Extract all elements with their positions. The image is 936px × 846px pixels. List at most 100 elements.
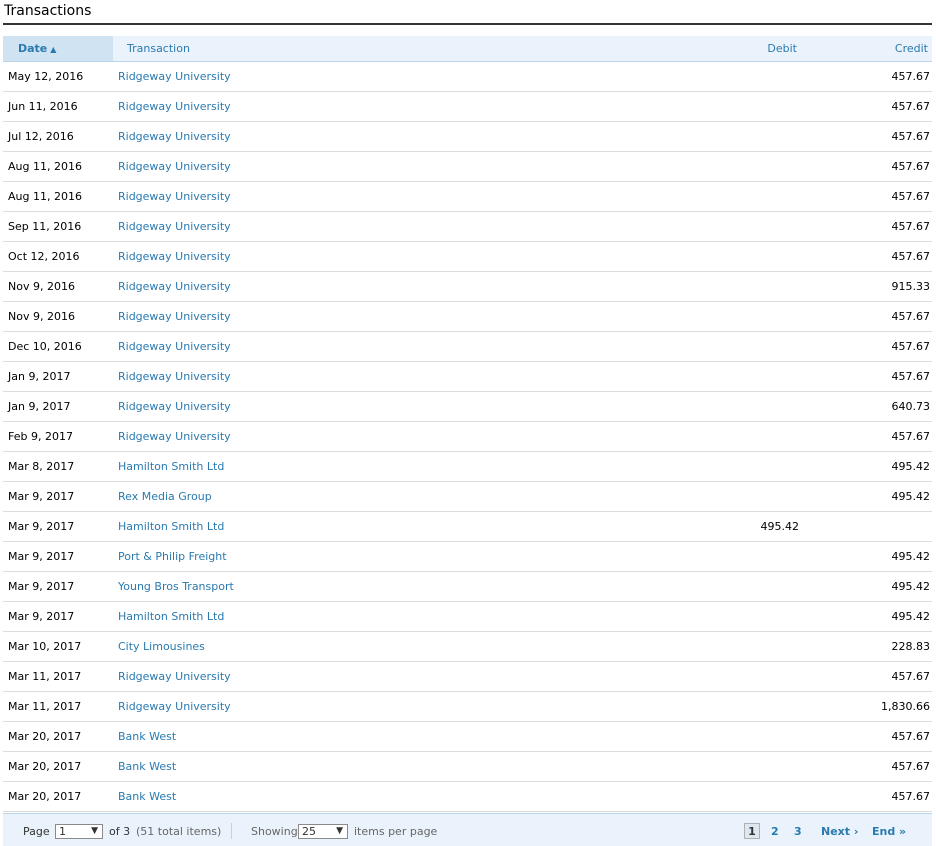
cell-transaction-link[interactable]: Hamilton Smith Ltd bbox=[113, 601, 713, 632]
cell-transaction-link[interactable]: Bank West bbox=[113, 751, 713, 782]
cell-transaction-link[interactable]: Ridgeway University bbox=[113, 301, 713, 332]
table-body: May 12, 2016 Ridgeway University 457.67 Jun… bbox=[3, 61, 932, 812]
cell-transaction-link[interactable]: Ridgeway University bbox=[113, 421, 713, 452]
cell-date: Feb 9, 2017 bbox=[3, 421, 113, 452]
cell-transaction-link[interactable]: Young Bros Transport bbox=[113, 571, 713, 602]
items-per-page-select[interactable]: 25 ▼ bbox=[298, 824, 348, 839]
table-row: Aug 11, 2016 Ridgeway University 457.67 bbox=[3, 151, 932, 182]
cell-date: Mar 9, 2017 bbox=[3, 481, 113, 512]
cell-date: Nov 9, 2016 bbox=[3, 301, 113, 332]
cell-credit: 457.67 bbox=[821, 241, 932, 272]
page-link-1[interactable]: 1 bbox=[744, 823, 760, 839]
table-row: Dec 10, 2016 Ridgeway University 457.67 bbox=[3, 331, 932, 362]
cell-transaction-link[interactable]: Ridgeway University bbox=[113, 121, 713, 152]
cell-transaction-link[interactable]: Rex Media Group bbox=[113, 481, 713, 512]
page-link-2[interactable]: 2 bbox=[771, 825, 779, 838]
cell-debit: 495.42 bbox=[713, 511, 821, 542]
cell-transaction-link[interactable]: Ridgeway University bbox=[113, 391, 713, 422]
cell-transaction-link[interactable]: Ridgeway University bbox=[113, 331, 713, 362]
cell-transaction-link[interactable]: Hamilton Smith Ltd bbox=[113, 511, 713, 542]
next-page-link[interactable]: Next › bbox=[821, 825, 858, 838]
cell-date: Aug 11, 2016 bbox=[3, 181, 113, 212]
table-row: Mar 9, 2017 Young Bros Transport 495.42 bbox=[3, 571, 932, 602]
table-row: Nov 9, 2016 Ridgeway University 457.67 bbox=[3, 301, 932, 332]
cell-transaction-link[interactable]: Ridgeway University bbox=[113, 271, 713, 302]
page-link-3[interactable]: 3 bbox=[794, 825, 802, 838]
column-header-credit[interactable]: Credit bbox=[821, 36, 932, 62]
table-row: Oct 12, 2016 Ridgeway University 457.67 bbox=[3, 241, 932, 272]
table-row: Mar 20, 2017 Bank West 457.67 bbox=[3, 721, 932, 752]
cell-credit: 1,830.66 bbox=[821, 691, 932, 722]
table-row: Mar 9, 2017 Port & Philip Freight 495.42 bbox=[3, 541, 932, 572]
cell-debit bbox=[713, 751, 821, 782]
cell-date: Jan 9, 2017 bbox=[3, 391, 113, 422]
cell-credit: 457.67 bbox=[821, 181, 932, 212]
cell-date: Mar 9, 2017 bbox=[3, 571, 113, 602]
cell-transaction-link[interactable]: City Limousines bbox=[113, 631, 713, 662]
cell-debit bbox=[713, 541, 821, 572]
table-row: Jan 9, 2017 Ridgeway University 457.67 bbox=[3, 361, 932, 392]
cell-date: Mar 11, 2017 bbox=[3, 661, 113, 692]
cell-transaction-link[interactable]: Ridgeway University bbox=[113, 361, 713, 392]
cell-debit bbox=[713, 151, 821, 182]
cell-debit bbox=[713, 421, 821, 452]
cell-transaction-link[interactable]: Port & Philip Freight bbox=[113, 541, 713, 572]
cell-date: Aug 11, 2016 bbox=[3, 151, 113, 182]
table-row: Jan 9, 2017 Ridgeway University 640.73 bbox=[3, 391, 932, 422]
column-header-date-label: Date bbox=[18, 42, 48, 55]
cell-credit: 457.67 bbox=[821, 421, 932, 452]
cell-transaction-link[interactable]: Hamilton Smith Ltd bbox=[113, 451, 713, 482]
page-title: Transactions bbox=[4, 3, 92, 19]
cell-credit: 457.67 bbox=[821, 751, 932, 782]
table-row: Feb 9, 2017 Ridgeway University 457.67 bbox=[3, 421, 932, 452]
table-row: May 12, 2016 Ridgeway University 457.67 bbox=[3, 61, 932, 92]
cell-debit bbox=[713, 781, 821, 812]
cell-debit bbox=[713, 241, 821, 272]
cell-debit bbox=[713, 391, 821, 422]
cell-credit: 457.67 bbox=[821, 361, 932, 392]
cell-transaction-link[interactable]: Bank West bbox=[113, 781, 713, 812]
cell-credit: 457.67 bbox=[821, 61, 932, 92]
cell-transaction-link[interactable]: Ridgeway University bbox=[113, 661, 713, 692]
cell-transaction-link[interactable]: Ridgeway University bbox=[113, 91, 713, 122]
cell-debit bbox=[713, 451, 821, 482]
cell-transaction-link[interactable]: Ridgeway University bbox=[113, 181, 713, 212]
cell-transaction-link[interactable]: Ridgeway University bbox=[113, 691, 713, 722]
column-header-credit-label: Credit bbox=[894, 42, 928, 55]
total-items: (51 total items) bbox=[136, 825, 222, 838]
chevron-down-icon: ▼ bbox=[91, 826, 98, 836]
cell-transaction-link[interactable]: Ridgeway University bbox=[113, 211, 713, 242]
cell-transaction-link[interactable]: Ridgeway University bbox=[113, 151, 713, 182]
cell-transaction-link[interactable]: Ridgeway University bbox=[113, 61, 713, 92]
end-page-link[interactable]: End » bbox=[872, 825, 906, 838]
page-select[interactable]: 1 ▼ bbox=[55, 824, 103, 839]
cell-credit: 495.42 bbox=[821, 541, 932, 572]
cell-credit: 457.67 bbox=[821, 331, 932, 362]
cell-credit: 495.42 bbox=[821, 601, 932, 632]
cell-debit bbox=[713, 301, 821, 332]
transactions-table: Date ▲ Transaction Debit Credit May 12, 2… bbox=[3, 36, 932, 812]
cell-credit: 915.33 bbox=[821, 271, 932, 302]
table-row: Mar 8, 2017 Hamilton Smith Ltd 495.42 bbox=[3, 451, 932, 482]
cell-transaction-link[interactable]: Bank West bbox=[113, 721, 713, 752]
header-row: Date ▲ Transaction Debit Credit bbox=[3, 36, 932, 62]
cell-debit bbox=[713, 481, 821, 512]
table-row: Mar 11, 2017 Ridgeway University 1,830.66 bbox=[3, 691, 932, 722]
column-header-debit[interactable]: Debit bbox=[713, 36, 821, 62]
cell-date: Sep 11, 2016 bbox=[3, 211, 113, 242]
cell-transaction-link[interactable]: Ridgeway University bbox=[113, 241, 713, 272]
cell-date: Mar 11, 2017 bbox=[3, 691, 113, 722]
cell-date: Nov 9, 2016 bbox=[3, 271, 113, 302]
cell-credit: 640.73 bbox=[821, 391, 932, 422]
cell-credit: 457.67 bbox=[821, 721, 932, 752]
cell-credit: 228.83 bbox=[821, 631, 932, 662]
pager-divider bbox=[231, 823, 232, 839]
column-header-date[interactable]: Date ▲ bbox=[3, 36, 113, 62]
table-row: Mar 20, 2017 Bank West 457.67 bbox=[3, 781, 932, 812]
cell-date: Mar 8, 2017 bbox=[3, 451, 113, 482]
cell-credit: 457.67 bbox=[821, 661, 932, 692]
page-header: Transactions bbox=[3, 0, 932, 25]
table-row: Mar 11, 2017 Ridgeway University 457.67 bbox=[3, 661, 932, 692]
column-header-transaction[interactable]: Transaction bbox=[113, 36, 713, 62]
cell-debit bbox=[713, 721, 821, 752]
